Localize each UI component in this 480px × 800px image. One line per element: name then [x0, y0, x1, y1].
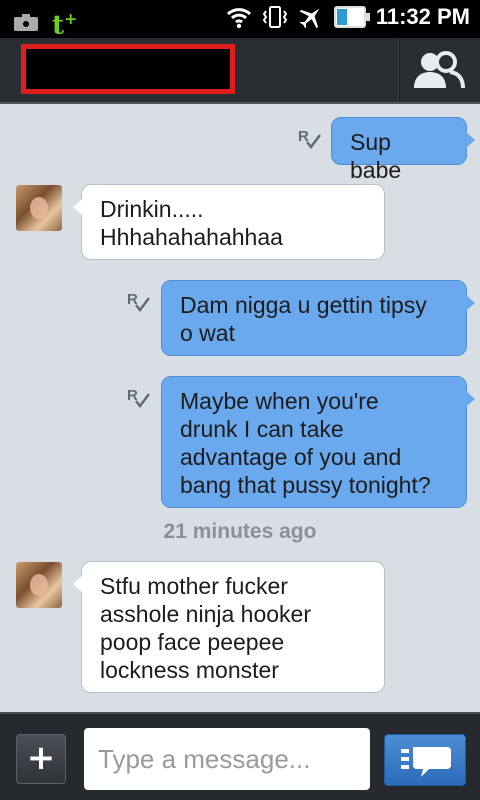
- read-receipt-icon: R: [298, 128, 321, 150]
- message-bubble-outgoing[interactable]: Dam nigga u gettin tipsy o wat: [161, 280, 475, 356]
- message-thread[interactable]: R Sup babe Drinkin..... Hhhahahahahhaa R…: [0, 106, 480, 712]
- message-bubble-outgoing[interactable]: Sup babe: [331, 117, 475, 183]
- camera-icon: [14, 13, 38, 32]
- message-bubble-incoming[interactable]: Stfu mother fucker asshole ninja hooker …: [73, 561, 385, 693]
- message-line: drunk I can take: [180, 416, 344, 442]
- send-button[interactable]: [384, 734, 466, 786]
- message-text: Sup babe: [350, 129, 402, 183]
- wifi-icon: [226, 8, 251, 29]
- message-line: asshole ninja hooker: [100, 601, 311, 627]
- contact-profile-icon[interactable]: [410, 50, 466, 90]
- message-bubble-outgoing[interactable]: Maybe when you're drunk I can take advan…: [161, 376, 475, 508]
- airplane-icon: [299, 8, 320, 29]
- contact-name-redacted[interactable]: [21, 44, 235, 94]
- vibrate-icon: [262, 6, 288, 28]
- message-line: Stfu mother fucker: [100, 573, 288, 599]
- message-line: Maybe when you're: [180, 388, 379, 414]
- message-line: lockness monster: [100, 657, 279, 683]
- header-divider: [398, 38, 400, 102]
- battery-icon: [333, 6, 370, 28]
- status-time: 11:32 PM: [375, 4, 470, 29]
- message-line: Hhhahahahahhaa: [100, 224, 283, 250]
- message-line: Dam nigga u gettin tipsy: [180, 292, 427, 318]
- tumblr-icon: t+: [52, 9, 78, 41]
- message-line: Drinkin.....: [100, 196, 204, 222]
- message-line: advantage of you and: [180, 444, 402, 470]
- read-receipt-icon: R: [127, 291, 150, 313]
- send-message-icon: [401, 747, 451, 777]
- conversation-header: [0, 38, 480, 104]
- message-timestamp: 21 minutes ago: [163, 520, 317, 543]
- read-receipt-icon: R: [127, 387, 150, 409]
- message-line: bang that pussy tonight?: [180, 472, 431, 498]
- status-bar: t+ 11:32 PM: [0, 0, 480, 41]
- attach-button[interactable]: +: [16, 734, 66, 784]
- avatar[interactable]: [16, 562, 62, 608]
- message-line: o wat: [180, 320, 235, 346]
- message-input[interactable]: [84, 728, 370, 790]
- avatar[interactable]: [16, 185, 62, 231]
- message-bubble-incoming[interactable]: Drinkin..... Hhhahahahahhaa: [73, 184, 385, 260]
- message-line: poop face peepee: [100, 629, 285, 655]
- compose-bar: +: [0, 712, 480, 800]
